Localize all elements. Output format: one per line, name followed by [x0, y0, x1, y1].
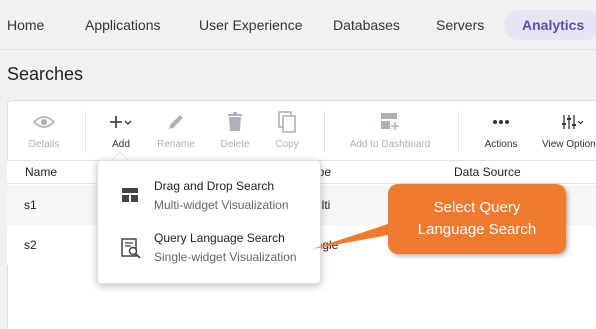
nav-databases[interactable]: Databases [333, 10, 400, 40]
actions-button[interactable]: Actions [466, 110, 536, 154]
view-options-button[interactable]: View Options [539, 110, 596, 154]
nav-analytics[interactable]: Analytics [504, 10, 596, 40]
nav-servers[interactable]: Servers [436, 10, 484, 40]
query-search-icon [120, 237, 141, 259]
add-to-dashboard-label: Add to Dashboard [349, 139, 431, 150]
menu-item-title: Query Language Search [154, 231, 285, 245]
column-header-data-source[interactable]: Data Source [454, 165, 521, 179]
app-window: Home Applications User Experience Databa… [0, 0, 596, 329]
add-to-dashboard-button[interactable]: Add to Dashboard [350, 110, 430, 154]
toolbar-separator [324, 111, 325, 151]
dashboard-add-icon [355, 110, 425, 134]
menu-item-drag-and-drop-search[interactable]: Drag and Drop Search Multi-widget Visual… [98, 179, 322, 225]
row-name: s1 [24, 198, 37, 212]
copy-button[interactable]: Copy [252, 110, 322, 154]
row-name: s2 [24, 238, 37, 252]
copy-icon [252, 110, 322, 134]
menu-item-title: Drag and Drop Search [154, 179, 275, 193]
column-header-name[interactable]: Name [25, 165, 57, 179]
top-nav: Home Applications User Experience Databa… [0, 0, 596, 50]
nav-home[interactable]: Home [7, 10, 44, 40]
nav-user-experience[interactable]: User Experience [199, 10, 303, 40]
page-title: Searches [7, 64, 84, 84]
more-dots-icon [466, 110, 536, 134]
actions-label: Actions [484, 139, 518, 150]
add-dropdown-menu: Drag and Drop Search Multi-widget Visual… [97, 160, 321, 284]
instruction-callout: Select Query Language Search [388, 184, 566, 254]
callout-line-2: Language Search [417, 221, 537, 238]
copy-label: Copy [275, 139, 299, 150]
menu-item-subtitle: Multi-widget Visualization [154, 198, 289, 212]
sliders-icon [539, 110, 596, 134]
eye-icon [9, 110, 79, 134]
nav-applications[interactable]: Applications [85, 10, 161, 40]
view-options-label: View Options [542, 139, 596, 150]
menu-item-query-language-search[interactable]: Query Language Search Single-widget Visu… [98, 231, 322, 277]
details-button[interactable]: Details [9, 110, 79, 154]
layout-icon [120, 185, 140, 205]
callout-line-1: Select Query [433, 199, 521, 216]
menu-item-subtitle: Single-widget Visualization [154, 250, 297, 264]
